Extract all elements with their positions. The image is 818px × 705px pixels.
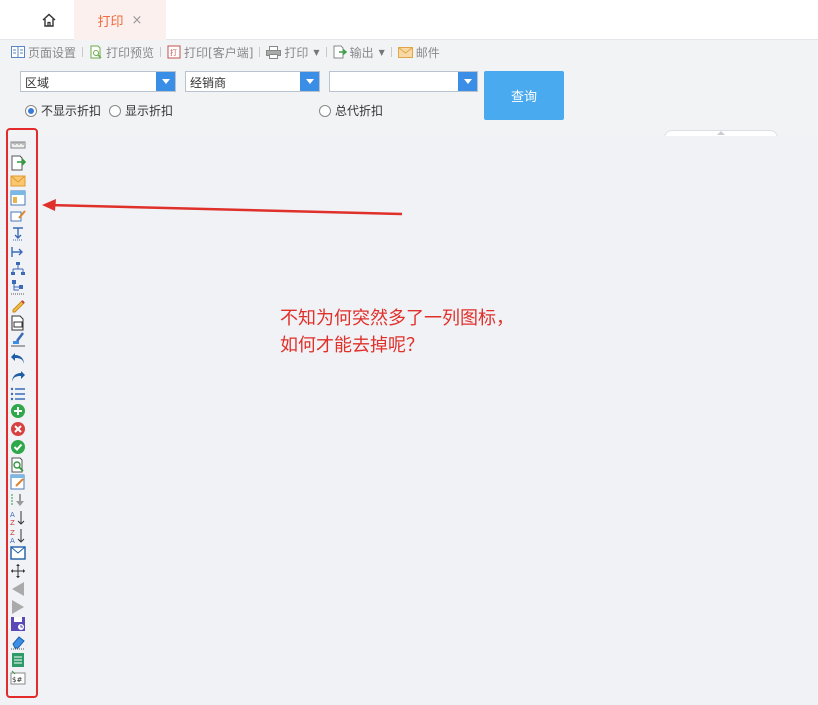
toolbar-divider xyxy=(82,47,84,57)
export-icon xyxy=(333,45,347,59)
hide-discount-label: 不显示折扣 xyxy=(41,104,102,118)
show-discount-radio[interactable] xyxy=(109,104,122,117)
print-client-label: 打印[客户端] xyxy=(184,45,254,60)
tab-home[interactable] xyxy=(24,0,74,40)
toolbar-divider xyxy=(160,47,162,57)
tab-bar: 打印 × xyxy=(0,0,818,40)
print-preview-icon xyxy=(90,45,102,59)
report-toolbar: 页面设置 打印预览 打 打印[客户端] 打印 ▼ 输出 ▼ 邮件 xyxy=(0,40,818,64)
close-icon[interactable]: × xyxy=(132,13,143,28)
chevron-down-icon: ▼ xyxy=(313,47,320,57)
page-setup-button[interactable]: 页面设置 xyxy=(11,44,76,61)
mail-icon xyxy=(397,46,413,58)
region-select-value: 区域 xyxy=(25,76,50,90)
page-setup-label: 页面设置 xyxy=(28,45,77,60)
mail-label: 邮件 xyxy=(415,45,440,60)
annotation-arrow-icon xyxy=(42,199,403,216)
report-content-area xyxy=(0,136,818,705)
annotation-line-1: 不知为何突然多了一列图标， xyxy=(280,308,514,329)
print-menu-button[interactable]: 打印 ▼ xyxy=(266,44,320,61)
export-label: 输出 xyxy=(349,45,374,60)
printer-icon xyxy=(266,45,282,59)
print-preview-label: 打印预览 xyxy=(106,45,155,60)
annotation-text: 不知为何突然多了一列图标， 如何才能去掉呢？ xyxy=(280,305,514,359)
toolbar-divider xyxy=(390,47,392,57)
hide-discount-radio[interactable] xyxy=(25,104,37,117)
dealer-select-value: 经销商 xyxy=(190,76,227,90)
third-select[interactable] xyxy=(329,71,478,92)
dealer-select[interactable]: 经销商 xyxy=(185,71,320,92)
print-client-icon: 打 xyxy=(167,45,181,59)
total-discount-label: 总代折扣 xyxy=(335,104,384,118)
show-discount-label: 显示折扣 xyxy=(125,104,174,118)
highlight-box xyxy=(6,128,38,698)
print-preview-button[interactable]: 打印预览 xyxy=(89,44,154,61)
filter-panel: 区域 经销商 不显示折扣 显示折扣 总代折扣 查询 xyxy=(0,64,818,138)
tab-print-label: 打印 xyxy=(97,14,124,30)
mail-button[interactable]: 邮件 xyxy=(397,44,440,61)
query-button[interactable]: 查询 xyxy=(484,71,564,120)
tab-print[interactable]: 打印 × xyxy=(74,0,166,40)
total-discount-radio[interactable] xyxy=(319,104,331,117)
annotation-line-2: 如何才能去掉呢？ xyxy=(280,335,424,356)
chevron-down-icon[interactable] xyxy=(300,72,319,91)
print-menu-label: 打印 xyxy=(284,45,309,60)
discount-radio-group: 不显示折扣 显示折扣 xyxy=(25,102,173,119)
print-client-button[interactable]: 打 打印[客户端] xyxy=(167,44,253,61)
export-menu-button[interactable]: 输出 ▼ xyxy=(333,44,385,61)
toolbar-divider xyxy=(259,47,261,57)
chevron-down-icon[interactable] xyxy=(458,72,477,91)
svg-text:打: 打 xyxy=(170,48,177,57)
region-select[interactable]: 区域 xyxy=(20,71,176,92)
chevron-down-icon: ▼ xyxy=(378,47,385,57)
chevron-down-icon[interactable] xyxy=(156,72,175,91)
total-discount-group: 总代折扣 xyxy=(319,102,383,119)
page-setup-icon xyxy=(11,46,25,58)
toolbar-divider xyxy=(325,47,327,57)
home-icon xyxy=(42,13,56,27)
